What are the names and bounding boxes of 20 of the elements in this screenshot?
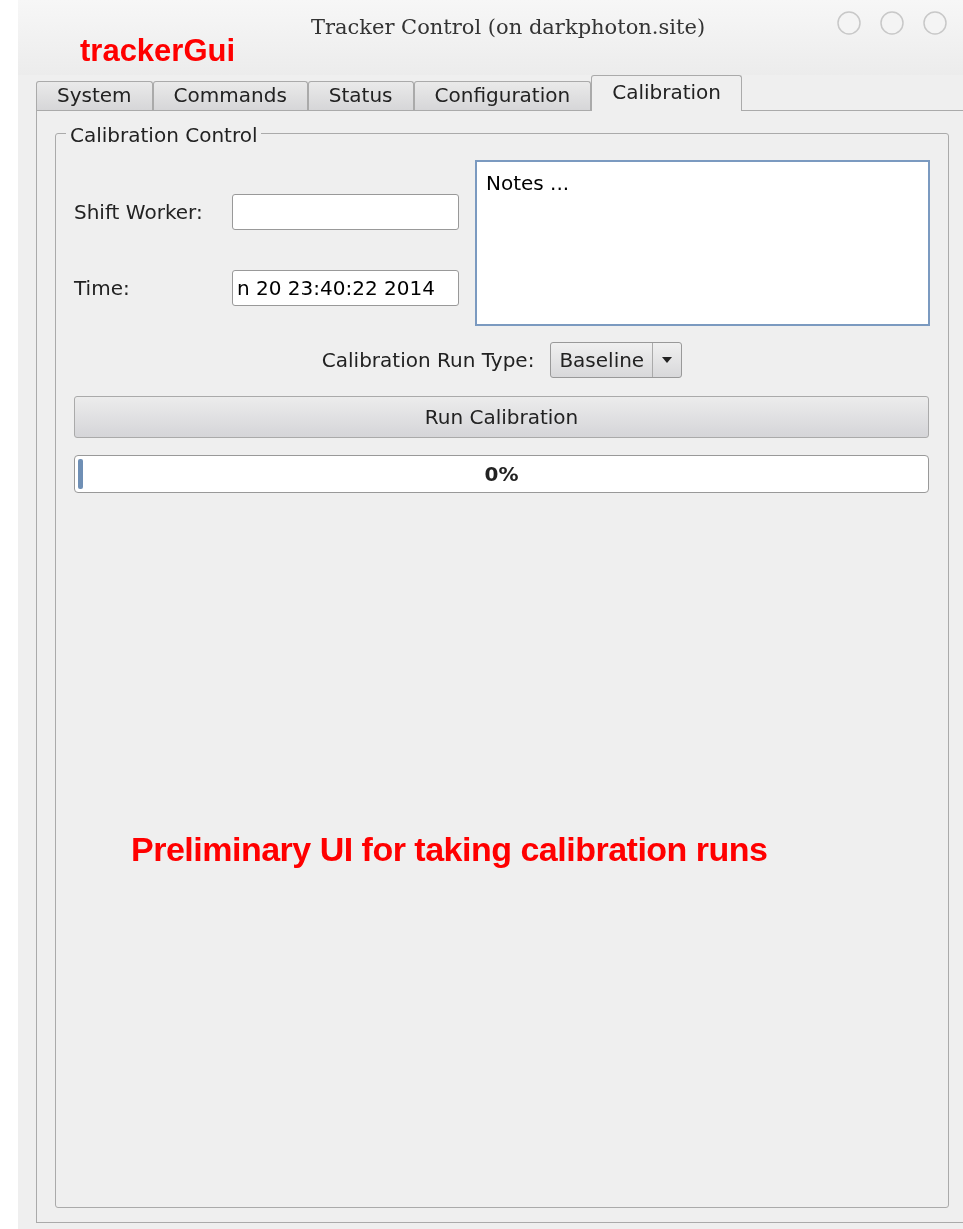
input-field[interactable] xyxy=(232,194,459,230)
progress-reading: 0% xyxy=(484,461,519,488)
tab[interactable]: Commands xyxy=(152,81,308,110)
window-control-icon[interactable] xyxy=(879,10,905,36)
run-type-label: Calibration Run Type: xyxy=(321,347,535,374)
run-calibration-button[interactable]: Run Calibration xyxy=(74,396,929,438)
field-label: Shift Worker: xyxy=(74,199,204,226)
tab[interactable]: Status xyxy=(307,81,414,110)
window-control-icon[interactable] xyxy=(836,10,862,36)
tab[interactable]: Calibration xyxy=(591,75,742,111)
tab[interactable]: System xyxy=(36,81,153,110)
run-type-dropdown[interactable]: Baseline xyxy=(550,342,683,378)
window-title: Tracker Control (on darkphoton.site) xyxy=(309,14,707,41)
input-field[interactable]: n 20 23:40:22 2014 xyxy=(232,270,459,306)
field-label: Time: xyxy=(74,275,131,302)
tab[interactable]: Configuration xyxy=(413,81,592,110)
annotation-title: trackerGui xyxy=(80,32,236,70)
notes-field[interactable]: Notes ... xyxy=(475,160,930,326)
annotation-caption: Preliminary UI for taking calibration runs xyxy=(131,829,768,870)
window-control-icon[interactable] xyxy=(922,10,948,36)
